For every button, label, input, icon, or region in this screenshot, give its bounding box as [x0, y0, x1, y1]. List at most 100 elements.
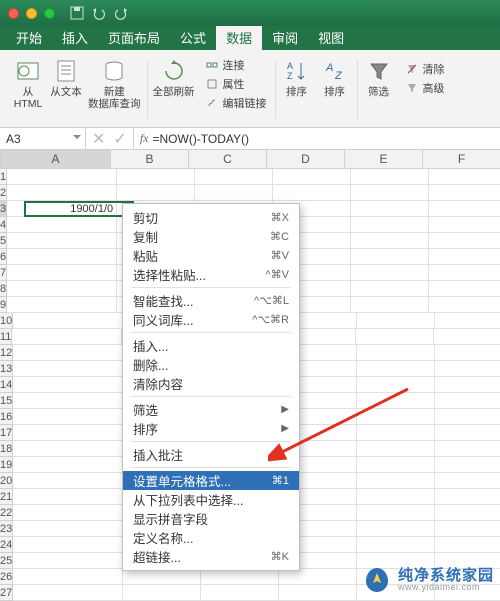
formula-input[interactable]: fx=NOW()-TODAY() [134, 128, 500, 149]
cell-A12[interactable] [13, 345, 123, 361]
cell-A21[interactable] [13, 489, 123, 505]
row-header-13[interactable]: 13 [0, 361, 13, 377]
col-header-A[interactable]: A [1, 150, 111, 168]
cell-C2[interactable] [195, 185, 273, 201]
cell-E1[interactable] [351, 169, 429, 185]
refresh-all-button[interactable]: 全部刷新 [151, 56, 197, 112]
cell-B2[interactable] [117, 185, 195, 201]
cell-F19[interactable] [435, 457, 500, 473]
col-header-E[interactable]: E [345, 150, 423, 168]
menu-item-20[interactable]: 定义名称... [123, 528, 299, 547]
cell-F13[interactable] [435, 361, 500, 377]
col-header-C[interactable]: C [189, 150, 267, 168]
clear-filter-button[interactable]: 清除 [401, 60, 449, 78]
cell-E10[interactable] [357, 313, 435, 329]
cell-E14[interactable] [357, 377, 435, 393]
cell-F3[interactable] [429, 201, 500, 217]
cancel-icon[interactable]: ✕ [92, 129, 105, 149]
row-header-18[interactable]: 18 [0, 441, 13, 457]
menu-item-18[interactable]: 从下拉列表中选择... [123, 490, 299, 509]
zoom-window-button[interactable] [44, 8, 55, 19]
cell-E7[interactable] [351, 265, 429, 281]
cell-F17[interactable] [435, 425, 500, 441]
connections-button[interactable]: 连接 [201, 56, 271, 74]
cell-E15[interactable] [357, 393, 435, 409]
cell-F24[interactable] [435, 537, 500, 553]
row-header-7[interactable]: 7 [0, 265, 7, 281]
close-window-button[interactable] [8, 8, 19, 19]
redo-icon[interactable] [111, 4, 131, 22]
col-header-F[interactable]: F [423, 150, 500, 168]
cell-E6[interactable] [351, 249, 429, 265]
cell-A11[interactable] [12, 329, 122, 345]
cell-E13[interactable] [357, 361, 435, 377]
cell-E20[interactable] [357, 473, 435, 489]
cell-A18[interactable] [13, 441, 123, 457]
save-icon[interactable] [67, 4, 87, 22]
col-header-B[interactable]: B [111, 150, 189, 168]
cell-A7[interactable] [7, 265, 117, 281]
cell-E8[interactable] [351, 281, 429, 297]
row-header-26[interactable]: 26 [0, 569, 13, 585]
cell-F7[interactable] [429, 265, 500, 281]
row-header-6[interactable]: 6 [0, 249, 7, 265]
cell-F6[interactable] [429, 249, 500, 265]
cell-E11[interactable] [356, 329, 434, 345]
cell-F1[interactable] [429, 169, 500, 185]
cell-A8[interactable] [7, 281, 117, 297]
cell-D1[interactable] [273, 169, 351, 185]
properties-button[interactable]: 属性 [201, 75, 271, 93]
from-text-button[interactable]: 从文本 [48, 56, 84, 112]
menu-item-10[interactable]: 清除内容 [123, 374, 299, 393]
cell-F21[interactable] [435, 489, 500, 505]
menu-item-1[interactable]: 复制⌘C [123, 227, 299, 246]
cell-E16[interactable] [357, 409, 435, 425]
cell-F18[interactable] [435, 441, 500, 457]
cell-A9[interactable] [7, 297, 117, 313]
tab-0[interactable]: 开始 [6, 25, 52, 50]
menu-item-6[interactable]: 同义词库...^⌥⌘R [123, 310, 299, 329]
row-header-3[interactable]: 3 [0, 201, 7, 217]
row-header-24[interactable]: 24 [0, 537, 13, 553]
cell-A13[interactable] [13, 361, 123, 377]
cell-A1[interactable] [7, 169, 117, 185]
menu-item-9[interactable]: 删除... [123, 355, 299, 374]
row-header-25[interactable]: 25 [0, 553, 13, 569]
cell-F11[interactable] [434, 329, 500, 345]
row-header-23[interactable]: 23 [0, 521, 13, 537]
cell-B26[interactable] [123, 569, 201, 585]
cell-F4[interactable] [429, 217, 500, 233]
cell-A19[interactable] [13, 457, 123, 473]
cell-C26[interactable] [201, 569, 279, 585]
sort-az-button[interactable]: AZ排序 [279, 56, 315, 100]
menu-item-2[interactable]: 粘贴⌘V [123, 246, 299, 265]
cell-E21[interactable] [357, 489, 435, 505]
cell-A25[interactable] [13, 553, 123, 569]
row-header-14[interactable]: 14 [0, 377, 13, 393]
tab-1[interactable]: 插入 [52, 25, 98, 50]
tab-3[interactable]: 公式 [170, 25, 216, 50]
cell-C1[interactable] [195, 169, 273, 185]
cell-A2[interactable] [7, 185, 117, 201]
edit-links-button[interactable]: 编辑链接 [201, 94, 271, 112]
row-header-11[interactable]: 11 [0, 329, 12, 345]
cell-A16[interactable] [13, 409, 123, 425]
cell-D2[interactable] [273, 185, 351, 201]
row-header-4[interactable]: 4 [0, 217, 7, 233]
cell-A15[interactable] [13, 393, 123, 409]
menu-item-0[interactable]: 剪切⌘X [123, 208, 299, 227]
cell-A17[interactable] [13, 425, 123, 441]
row-header-16[interactable]: 16 [0, 409, 13, 425]
cell-F12[interactable] [435, 345, 500, 361]
cell-A3[interactable]: 1900/1/0 [7, 201, 117, 217]
cell-A20[interactable] [13, 473, 123, 489]
cell-D26[interactable] [279, 569, 357, 585]
undo-icon[interactable] [89, 4, 109, 22]
menu-item-5[interactable]: 智能查找...^⌥⌘L [123, 291, 299, 310]
tab-5[interactable]: 审阅 [262, 25, 308, 50]
cell-A4[interactable] [7, 217, 117, 233]
cell-E4[interactable] [351, 217, 429, 233]
cell-F23[interactable] [435, 521, 500, 537]
row-header-12[interactable]: 12 [0, 345, 13, 361]
cell-A23[interactable] [13, 521, 123, 537]
